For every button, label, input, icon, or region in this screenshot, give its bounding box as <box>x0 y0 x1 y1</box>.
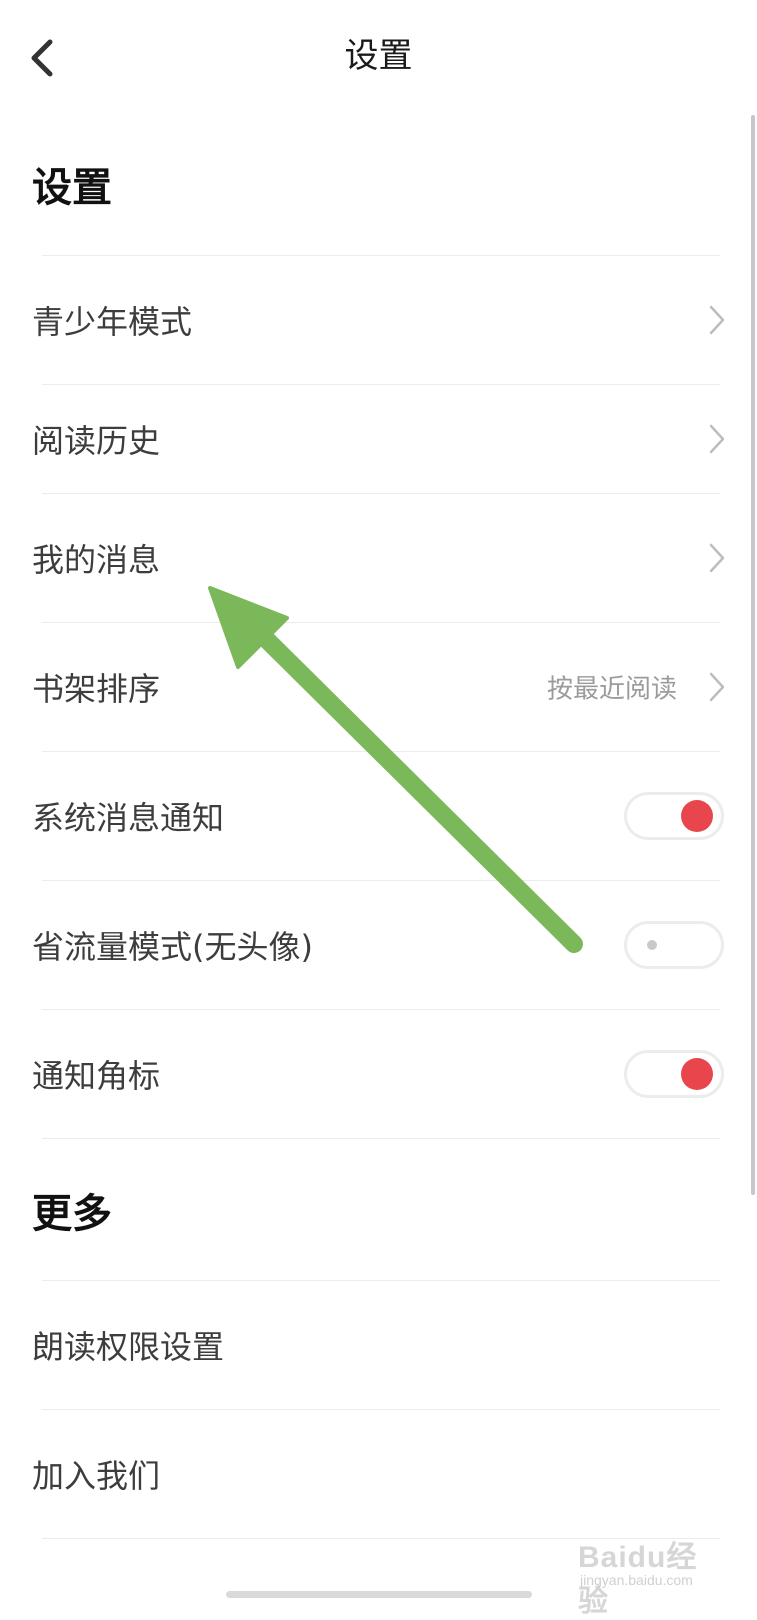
toggle-switch-on[interactable] <box>624 1050 724 1098</box>
divider <box>42 1138 720 1139</box>
section-title-more: 更多 <box>32 1191 112 1237</box>
home-indicator[interactable] <box>226 1591 532 1598</box>
chevron-right-icon <box>709 305 725 335</box>
row-teen-mode[interactable]: 青少年模式 <box>0 256 757 384</box>
row-label: 阅读历史 <box>32 422 161 460</box>
row-join-us[interactable]: 加入我们 <box>0 1410 757 1538</box>
section-title-settings: 设置 <box>32 165 112 211</box>
row-label: 我的消息 <box>32 541 161 579</box>
row-label: 省流量模式(无头像) <box>32 928 313 966</box>
row-badge-notification: 通知角标 <box>0 1010 757 1138</box>
page-title: 设置 <box>344 36 413 76</box>
row-reading-history[interactable]: 阅读历史 <box>0 385 757 493</box>
chevron-right-icon <box>709 672 725 702</box>
row-label: 系统消息通知 <box>32 799 225 837</box>
row-label: 加入我们 <box>32 1457 161 1495</box>
toggle-knob <box>681 800 713 832</box>
toggle-knob <box>647 940 657 950</box>
watermark: Baidu经验 jingyan.baidu.com <box>578 1532 728 1618</box>
row-data-saver: 省流量模式(无头像) <box>0 881 757 1009</box>
row-bookshelf-sort[interactable]: 书架排序 按最近阅读 <box>0 623 757 751</box>
chevron-right-icon <box>709 543 725 573</box>
row-value: 按最近阅读 <box>546 674 677 705</box>
row-label: 青少年模式 <box>32 303 193 341</box>
navigation-bar: 设置 <box>0 0 757 112</box>
chevron-right-icon <box>709 424 725 454</box>
toggle-switch-off[interactable] <box>624 921 724 969</box>
row-system-notification: 系统消息通知 <box>0 752 757 880</box>
row-my-messages[interactable]: 我的消息 <box>0 494 757 622</box>
row-read-aloud-permission[interactable]: 朗读权限设置 <box>0 1281 757 1409</box>
toggle-switch-on[interactable] <box>624 792 724 840</box>
row-label: 通知角标 <box>32 1057 161 1095</box>
toggle-knob <box>681 1058 713 1090</box>
row-label: 书架排序 <box>32 670 161 708</box>
row-label: 朗读权限设置 <box>32 1328 225 1366</box>
watermark-url: jingyan.baidu.com <box>580 1572 693 1588</box>
